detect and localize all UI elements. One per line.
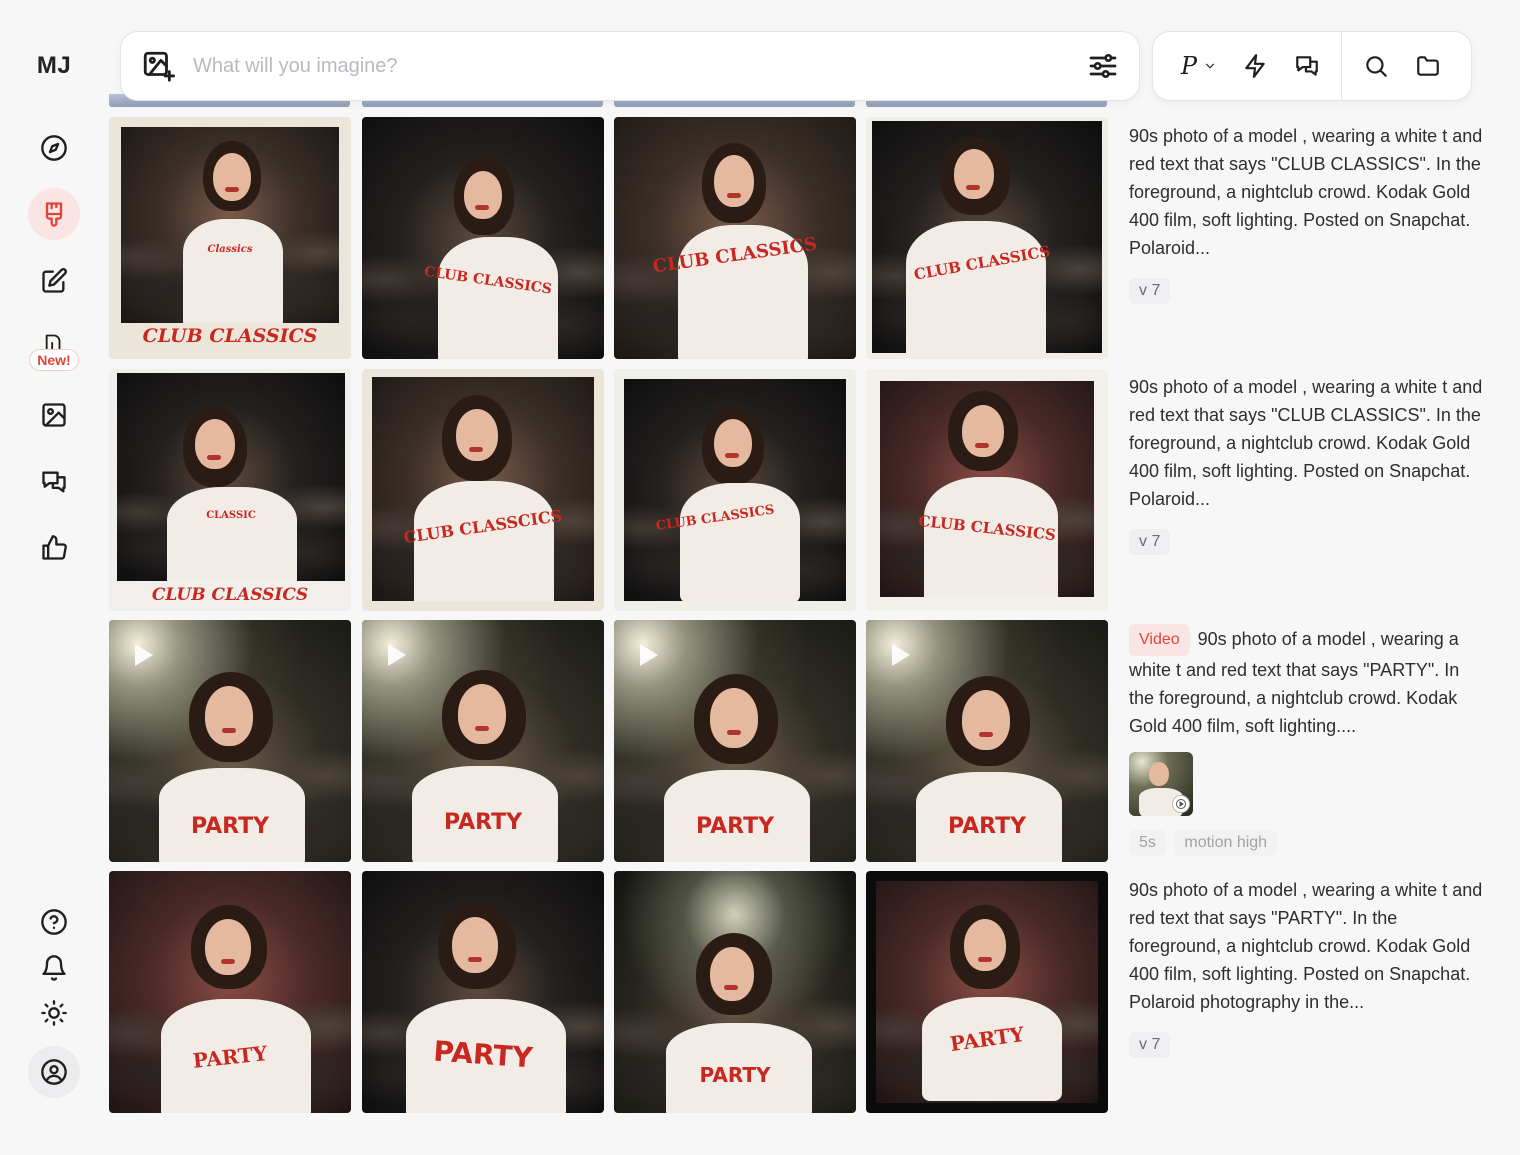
shirt-text: PARTY: [947, 814, 1027, 839]
version-chip[interactable]: v 7: [1129, 529, 1171, 555]
toolbar: P: [1152, 31, 1472, 101]
prompt-text[interactable]: 90s photo of a model , wearing a white t…: [1129, 876, 1489, 1016]
nav-organize[interactable]: [28, 389, 80, 441]
shirt-text: PARTY: [190, 814, 270, 839]
shirt-text: Classics: [207, 244, 253, 255]
prompt-details: Video 90s photo of a model , wearing a wh…: [1129, 624, 1489, 856]
bell-icon: [42, 955, 66, 981]
prompt-text[interactable]: 90s photo of a model , wearing a white t…: [1129, 373, 1489, 513]
chat-icon: [1296, 56, 1318, 76]
motion-chip[interactable]: motion high: [1174, 830, 1278, 856]
play-icon[interactable]: [892, 644, 910, 666]
nav-create[interactable]: [28, 188, 80, 240]
version-chip[interactable]: v 7: [1129, 1032, 1171, 1058]
generated-image[interactable]: CLASSIC CLUB CLASSICS: [109, 369, 351, 611]
sun-icon: [41, 1000, 67, 1026]
generated-video[interactable]: PARTY: [362, 620, 604, 862]
duration-chip[interactable]: 5s: [1129, 830, 1166, 856]
generated-image[interactable]: CLUB CLASSICS: [866, 117, 1108, 359]
thumbs-up-icon: [42, 535, 67, 560]
prompt-bar: [120, 31, 1140, 101]
generated-image[interactable]: CLUB CLASSICS: [362, 117, 604, 359]
generated-image[interactable]: PARTY: [362, 871, 604, 1113]
personalize-label: P: [1180, 52, 1198, 80]
generated-image[interactable]: PARTY: [109, 871, 351, 1113]
new-feature-icon: [45, 334, 61, 350]
edit-icon: [42, 268, 67, 293]
nav-explore[interactable]: [28, 122, 80, 174]
play-icon[interactable]: [135, 644, 153, 666]
toolbar-divider: [1341, 31, 1342, 101]
prompt-details: 90s photo of a model , wearing a white t…: [1129, 373, 1489, 555]
search-button[interactable]: [1350, 53, 1402, 79]
prompt-input[interactable]: [193, 54, 1087, 78]
play-icon[interactable]: [640, 644, 658, 666]
settings-sliders-icon[interactable]: [1087, 50, 1119, 82]
generated-video[interactable]: PARTY: [614, 620, 856, 862]
generated-image[interactable]: CLUB CLASSCICS: [362, 369, 604, 611]
logo[interactable]: MJ: [0, 52, 108, 80]
video-badge: Video: [1129, 624, 1190, 656]
nav-help[interactable]: [28, 896, 80, 948]
version-chip[interactable]: v 7: [1129, 278, 1171, 304]
nav-new-feature[interactable]: [28, 322, 80, 352]
nav-edit[interactable]: [28, 255, 80, 307]
add-image-icon[interactable]: [141, 49, 175, 83]
play-icon[interactable]: [388, 644, 406, 666]
chat-icon: [42, 471, 66, 493]
chevron-down-icon: [1205, 63, 1215, 69]
lightning-icon: [1245, 54, 1265, 78]
shirt-text: CLASSIC: [206, 510, 256, 521]
new-badge: New!: [30, 350, 78, 370]
generated-image[interactable]: PARTY: [866, 871, 1108, 1113]
compass-icon: [41, 135, 67, 161]
generated-image[interactable]: CLUB CLASSICS: [614, 369, 856, 611]
nav-rank[interactable]: [28, 522, 80, 574]
generated-image[interactable]: CLUB CLASSICS: [614, 117, 856, 359]
prompt-text[interactable]: Video 90s photo of a model , wearing a wh…: [1129, 624, 1489, 740]
nav-theme[interactable]: [28, 987, 80, 1039]
nav-chat[interactable]: [28, 456, 80, 508]
image-icon: [42, 403, 66, 427]
chat-mode-button[interactable]: [1281, 53, 1333, 79]
prompt-details: 90s photo of a model , wearing a white t…: [1129, 122, 1489, 304]
polaroid-caption: CLUB CLASSICS: [151, 585, 309, 605]
shirt-text: PARTY: [699, 1063, 771, 1087]
source-image-thumbnail[interactable]: [1129, 752, 1193, 816]
prompt-details: 90s photo of a model , wearing a white t…: [1129, 876, 1489, 1058]
generated-image[interactable]: PARTY: [614, 871, 856, 1113]
generated-image[interactable]: Classics CLUB CLASSICS: [109, 117, 351, 359]
user-icon: [41, 1059, 67, 1085]
sidebar: MJ New!: [0, 0, 108, 1155]
folder-icon: [1417, 56, 1439, 76]
help-icon: [41, 909, 67, 935]
video-source-icon: [1172, 795, 1190, 813]
generated-video[interactable]: PARTY: [866, 620, 1108, 862]
shirt-text: PARTY: [443, 810, 523, 835]
video-params: 5s motion high: [1129, 816, 1489, 856]
generated-video[interactable]: PARTY: [109, 620, 351, 862]
polaroid-caption: CLUB CLASSICS: [142, 325, 318, 347]
nav-account[interactable]: [28, 1046, 80, 1098]
prompt-text[interactable]: 90s photo of a model , wearing a white t…: [1129, 122, 1489, 262]
brush-icon: [45, 202, 63, 227]
search-icon: [1366, 56, 1387, 77]
speed-button[interactable]: [1229, 53, 1281, 79]
personalize-dropdown[interactable]: P: [1169, 52, 1229, 80]
folder-button[interactable]: [1402, 53, 1454, 79]
shirt-text: PARTY: [695, 814, 775, 839]
generated-image[interactable]: CLUB CLASSICS: [866, 369, 1108, 611]
